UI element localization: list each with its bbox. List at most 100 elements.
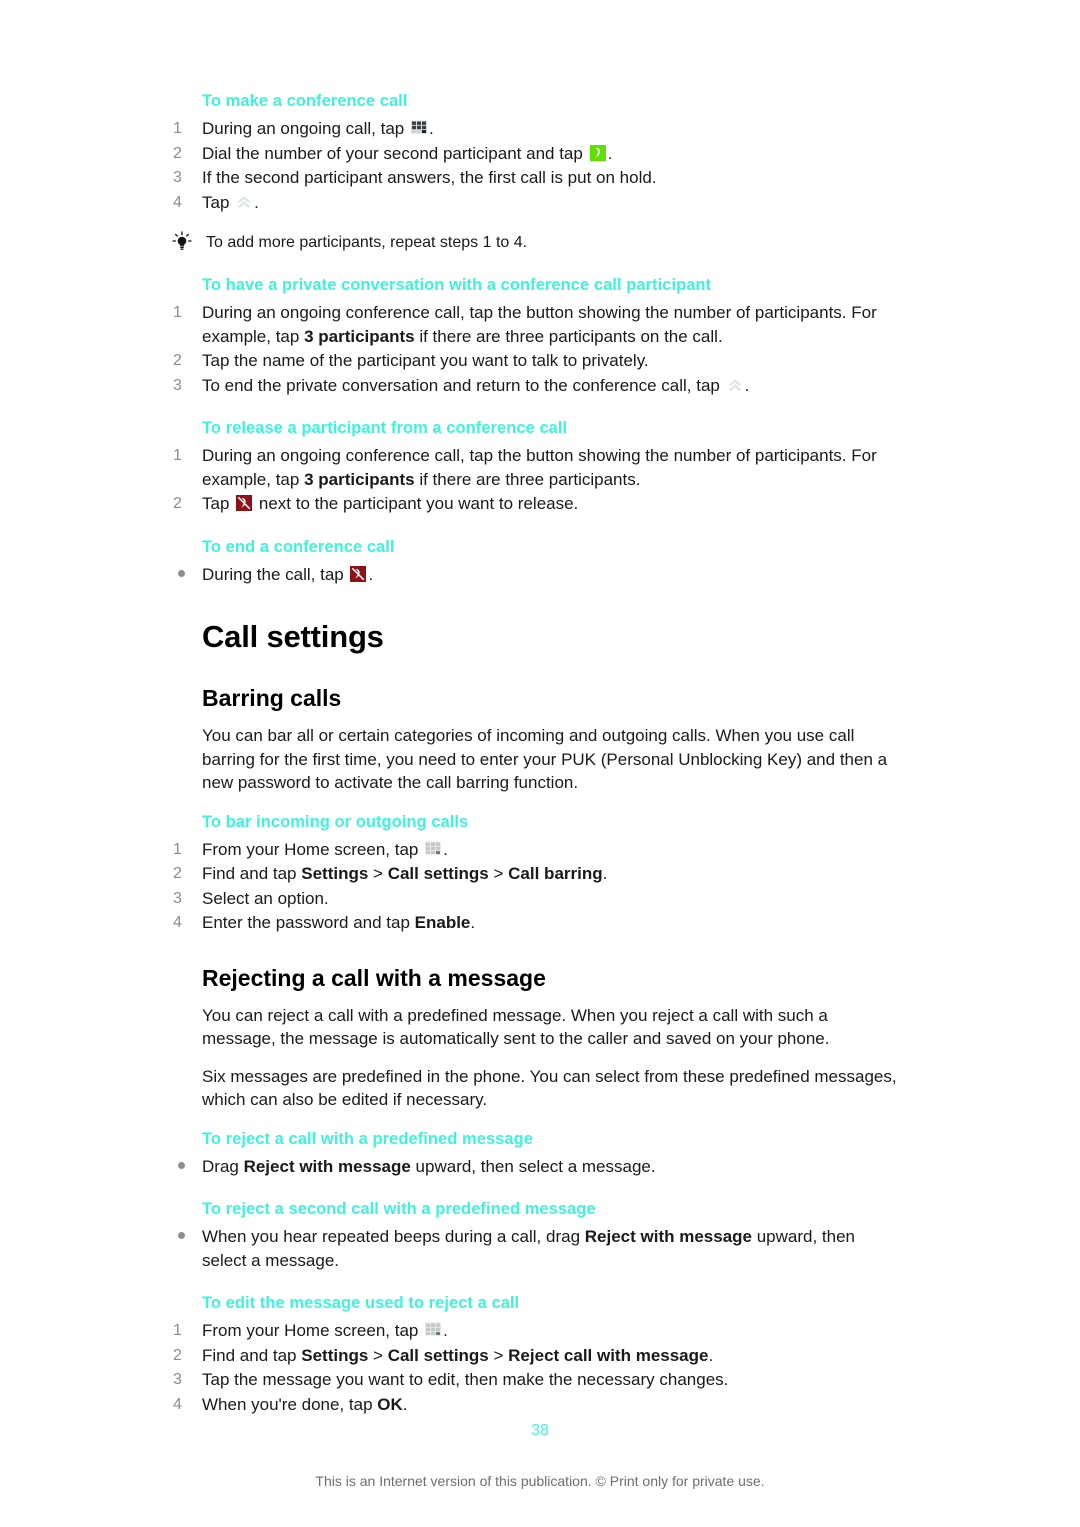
- step-text-tail: if there are three participants on the c…: [414, 326, 723, 346]
- document-page: To make a conference call 1 During an on…: [0, 0, 1080, 1527]
- paragraph-rejecting-2: Six messages are predefined in the phone…: [202, 1066, 897, 1110]
- bullet-text: When you hear repeated beeps during a ca…: [202, 1227, 585, 1246]
- step-text-tail: .: [443, 839, 448, 859]
- step-text: Tap: [202, 494, 235, 513]
- step-text-tail: next to the participant you want to rele…: [254, 494, 579, 513]
- bullet-text: During the call, tap: [202, 564, 349, 584]
- steps-bar-incoming-outgoing: 1 From your Home screen, tap . 2 Find an…: [170, 838, 900, 935]
- end-call-icon: [349, 565, 367, 583]
- list-item: 1 During an ongoing call, tap .: [170, 117, 900, 141]
- heading-private-conversation: To have a private conversation with a co…: [202, 276, 712, 294]
- button-enable: Enable: [414, 913, 471, 932]
- bullet-text-tail: upward, then select a message.: [410, 1156, 656, 1176]
- step-text: During an ongoing call, tap: [202, 119, 409, 138]
- list-item: 2 Find and tap Settings > Call settings …: [170, 1344, 900, 1368]
- menu-separator: >: [368, 864, 388, 883]
- step-text-tail: .: [602, 864, 608, 883]
- list-item: Drag Reject with message upward, then se…: [170, 1155, 900, 1179]
- step-number: 1: [173, 840, 182, 858]
- menu-path-reject-call-with-message: Reject call with message: [508, 1345, 709, 1365]
- list-item: 3 Select an option.: [170, 887, 900, 911]
- list-item: 1 From your Home screen, tap .: [170, 838, 900, 862]
- step-text-tail: .: [402, 1394, 408, 1414]
- heading-end-conference-call: To end a conference call: [202, 537, 395, 556]
- step-text: Tap: [202, 192, 235, 212]
- step-number: 1: [173, 1322, 182, 1339]
- step-number: 2: [173, 352, 182, 369]
- step-number: 1: [173, 447, 182, 464]
- step-number: 2: [173, 1346, 182, 1364]
- app-grid-icon: [424, 1321, 442, 1339]
- page-number: 38: [531, 1422, 549, 1439]
- step-number: 3: [173, 889, 182, 907]
- step-text: Find and tap: [202, 1345, 302, 1365]
- list-item: 3 If the second participant answers, the…: [170, 166, 900, 190]
- list-item: 4 When you're done, tap OK.: [170, 1393, 900, 1417]
- list-item: 2 Tap the name of the participant you wa…: [170, 349, 900, 373]
- heading-edit-reject-message: To edit the message used to reject a cal…: [202, 1294, 520, 1312]
- list-item: 2 Find and tap Settings > Call settings …: [170, 862, 900, 886]
- step-number: 1: [173, 120, 182, 137]
- step-text: Find and tap: [202, 864, 302, 883]
- step-text-tail: .: [428, 119, 434, 138]
- paragraph-barring-calls: You can bar all or certain categories of…: [202, 726, 888, 792]
- call-green-icon: [589, 144, 607, 162]
- menu-path-call-settings: Call settings: [387, 864, 489, 883]
- bullet-dot: [178, 569, 185, 577]
- list-item: 3 Tap the message you want to edit, then…: [170, 1368, 900, 1392]
- list-item: When you hear repeated beeps during a ca…: [170, 1225, 900, 1272]
- button-ok: OK: [377, 1394, 403, 1414]
- steps-make-conference-call: 1 During an ongoing call, tap . 2 Dial t…: [170, 117, 900, 214]
- list-item: 2 Dial the number of your second partici…: [170, 142, 900, 166]
- list-item: 2 Tap next to the participant you want t…: [170, 492, 900, 516]
- menu-path-settings: Settings: [301, 1345, 369, 1365]
- step-text: Tap the message you want to edit, then m…: [202, 1370, 729, 1389]
- steps-private-conversation: 1 During an ongoing conference call, tap…: [170, 301, 900, 397]
- bullets-reject-second-call: When you hear repeated beeps during a ca…: [170, 1225, 900, 1272]
- step-text: When you're done, tap: [202, 1394, 378, 1414]
- bullet-dot: [178, 1161, 185, 1169]
- steps-edit-reject-message: 1 From your Home screen, tap . 2 Find an…: [170, 1319, 900, 1416]
- step-text: Select an option.: [202, 888, 329, 908]
- list-item: 3 To end the private conversation and re…: [170, 374, 900, 398]
- step-number: 2: [173, 495, 182, 512]
- merge-calls-icon: [726, 376, 744, 394]
- step-number: 3: [173, 1371, 182, 1388]
- tip-block: To add more participants, repeat steps 1…: [170, 231, 900, 254]
- menu-separator: >: [488, 864, 509, 883]
- heading-barring-calls: Barring calls: [202, 685, 342, 711]
- heading-reject-predefined: To reject a call with a predefined messa…: [202, 1129, 533, 1148]
- footer-disclaimer: This is an Internet version of this publ…: [315, 1473, 765, 1489]
- step-number: 1: [173, 304, 182, 321]
- menu-path-settings: Settings: [301, 864, 369, 883]
- heading-reject-second-call: To reject a second call with a predefine…: [202, 1200, 596, 1218]
- step-text-tail: .: [470, 913, 476, 932]
- steps-release-participant: 1 During an ongoing conference call, tap…: [170, 444, 900, 516]
- end-call-icon: [235, 494, 253, 512]
- menu-separator: >: [488, 1345, 509, 1365]
- label-reject-with-message: Reject with message: [584, 1227, 752, 1246]
- list-item: 4 Enter the password and tap Enable.: [170, 911, 900, 935]
- list-item: 1 During an ongoing conference call, tap…: [170, 301, 900, 348]
- paragraph-rejecting-1: You can reject a call with a predefined …: [202, 1005, 830, 1049]
- lightbulb-icon: [170, 231, 194, 253]
- step-number: 4: [173, 193, 182, 211]
- step-text: From your Home screen, tap: [202, 1321, 424, 1340]
- list-item: 1 From your Home screen, tap .: [170, 1319, 900, 1343]
- bullet-dot: [178, 1232, 185, 1239]
- step-number: 2: [173, 144, 182, 162]
- step-text: To end the private conversation and retu…: [202, 375, 725, 395]
- dialpad-icon: [410, 119, 428, 137]
- heading-bar-incoming-outgoing: To bar incoming or outgoing calls: [202, 812, 469, 831]
- step-text-tail: .: [744, 375, 750, 395]
- menu-path-call-settings: Call settings: [387, 1345, 489, 1365]
- step-emphasis: 3 participants: [304, 326, 415, 346]
- list-item: 1 During an ongoing conference call, tap…: [170, 444, 900, 491]
- list-item: During the call, tap .: [170, 563, 900, 587]
- step-number: 4: [173, 914, 182, 931]
- page-content: To make a conference call 1 During an on…: [170, 92, 900, 1417]
- step-number: 2: [173, 865, 182, 882]
- bullet-text: Drag: [202, 1156, 244, 1176]
- heading-release-participant: To release a participant from a conferen…: [202, 419, 568, 437]
- app-grid-icon: [424, 840, 442, 858]
